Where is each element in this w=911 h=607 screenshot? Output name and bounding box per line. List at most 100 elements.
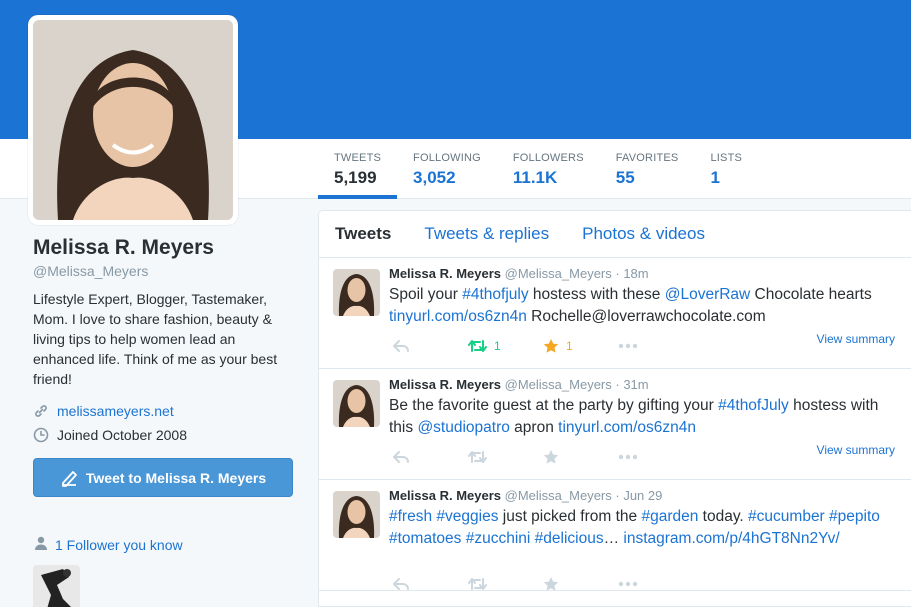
tweet-author-name[interactable]: Melissa R. Meyers	[389, 266, 501, 281]
more-options-button[interactable]	[618, 581, 693, 587]
tweet-to-button-label: Tweet to Melissa R. Meyers	[85, 469, 267, 486]
tweet-link[interactable]: #4thofjuly	[462, 286, 528, 303]
tweet-author-avatar[interactable]	[333, 380, 380, 427]
profile-bio: Lifestyle Expert, Blogger, Tastemaker, M…	[33, 291, 278, 387]
stat-label: FOLLOWERS	[512, 152, 584, 164]
more-dots-icon	[618, 454, 638, 460]
favorite-button[interactable]	[543, 576, 618, 592]
view-summary-link[interactable]: View summary	[817, 332, 895, 346]
tweet-link[interactable]: #garden	[641, 508, 698, 525]
tweet-link[interactable]: #fresh	[389, 508, 432, 525]
tweet-timestamp[interactable]: · Jun 29	[615, 488, 662, 503]
tweet-to-button[interactable]: Tweet to Melissa R. Meyers	[33, 458, 293, 497]
tweet-link[interactable]: instagram.com/p/4hGT8Nn2Yv/	[623, 530, 839, 547]
tweet-text-segment: Rochelle@loverrawchocolate.com	[526, 308, 766, 325]
tweet-author-handle[interactable]: @Melissa_Meyers	[505, 266, 612, 281]
profile-sidebar: Melissa R. Meyers @Melissa_Meyers Lifest…	[33, 236, 298, 607]
retweet-icon	[468, 451, 487, 463]
view-summary-link[interactable]: View summary	[817, 443, 895, 457]
reply-button[interactable]	[393, 450, 468, 464]
stat-label: TWEETS	[334, 152, 382, 164]
stat-tweets[interactable]: TWEETS 5,199	[318, 139, 398, 199]
tweet-link[interactable]: tinyurl.com/os6zn4n	[558, 419, 696, 436]
reply-icon	[393, 340, 409, 352]
favorite-button[interactable]	[543, 449, 618, 465]
tweet-author-handle[interactable]: @Melissa_Meyers	[505, 377, 612, 392]
tab-photos-and-videos[interactable]: Photos & videos	[582, 224, 705, 244]
stat-favorites[interactable]: FAVORITES 55	[600, 139, 695, 199]
clock-icon	[33, 427, 49, 443]
more-options-button[interactable]	[618, 454, 693, 460]
tweet-text-segment: Chocolate hearts	[750, 286, 872, 303]
followers-you-know[interactable]: 1 Follower you know	[33, 535, 298, 554]
tweet-actions	[393, 576, 693, 592]
tweet-text-segment: just picked from the	[498, 508, 642, 525]
tab-tweets-and-replies[interactable]: Tweets & replies	[424, 224, 549, 244]
tweet-link[interactable]: @studiopatro	[417, 419, 509, 436]
compose-icon	[61, 470, 77, 487]
star-icon	[543, 577, 559, 591]
profile-joined-row: Joined October 2008	[33, 427, 298, 443]
tweet-author-name[interactable]: Melissa R. Meyers	[389, 377, 501, 392]
tweet-actions	[393, 449, 693, 465]
stat-followers[interactable]: FOLLOWERS 11.1K	[497, 139, 600, 199]
tweet-link[interactable]: #4thofJuly	[718, 397, 789, 414]
tweet-header: Melissa R. Meyers @Melissa_Meyers · 18m	[389, 266, 899, 281]
retweet-button[interactable]: 1	[468, 339, 543, 353]
tweet-timestamp[interactable]: · 18m	[615, 266, 648, 281]
stat-value: 3,052	[413, 168, 456, 187]
tweet-link[interactable]: #delicious	[535, 530, 604, 547]
favorite-count: 1	[566, 339, 573, 353]
stat-label: FAVORITES	[615, 152, 679, 164]
stat-value: 1	[710, 168, 720, 187]
retweet-button[interactable]	[468, 450, 543, 464]
tweet-link[interactable]: #veggies	[436, 508, 498, 525]
tweet-link[interactable]: #cucumber	[748, 508, 825, 525]
retweet-icon	[468, 578, 487, 590]
tweet-text: Be the favorite guest at the party by gi…	[389, 395, 901, 439]
reply-button[interactable]	[393, 577, 468, 591]
tweet-timestamp[interactable]: · 31m	[615, 377, 648, 392]
profile-website-link[interactable]: melissameyers.net	[57, 403, 174, 419]
favorite-button[interactable]: 1	[543, 338, 618, 354]
tweet-link[interactable]: tinyurl.com/os6zn4n	[389, 308, 527, 325]
tweet-link[interactable]: @LoverRaw	[665, 286, 751, 303]
person-icon	[33, 535, 49, 554]
tweet-header: Melissa R. Meyers @Melissa_Meyers · Jun …	[389, 488, 899, 503]
followers-you-know-label: 1 Follower you know	[55, 536, 183, 553]
stat-lists[interactable]: LISTS 1	[694, 139, 758, 199]
reply-icon	[393, 451, 409, 463]
tweet-author-handle[interactable]: @Melissa_Meyers	[505, 488, 612, 503]
retweet-button[interactable]	[468, 577, 543, 591]
tweet-author-avatar[interactable]	[333, 269, 380, 316]
profile-joined-date: Joined October 2008	[57, 427, 187, 443]
timeline-tabs: Tweets Tweets & replies Photos & videos	[319, 211, 911, 258]
tweet-link[interactable]: #tomatoes	[389, 530, 461, 547]
retweet-count: 1	[494, 339, 501, 353]
tweet-link[interactable]: #pepito	[829, 508, 880, 525]
stat-value: 11.1K	[512, 168, 558, 187]
reply-button[interactable]	[393, 339, 468, 353]
tweet-item[interactable]: Melissa R. Meyers @Melissa_Meyers · 31m …	[319, 369, 911, 480]
profile-handle[interactable]: @Melissa_Meyers	[33, 263, 298, 279]
profile-avatar[interactable]	[28, 15, 238, 225]
tweet-text: #fresh #veggies just picked from the #ga…	[389, 506, 901, 550]
tweet-author-name[interactable]: Melissa R. Meyers	[389, 488, 501, 503]
tweet-actions: 1 1	[393, 338, 693, 354]
more-options-button[interactable]	[618, 343, 693, 349]
tweet-link[interactable]: #zucchini	[466, 530, 531, 547]
tweet-item[interactable]: Melissa R. Meyers @Melissa_Meyers · 18m …	[319, 258, 911, 369]
tweet-text-segment: …	[603, 530, 624, 547]
tab-tweets[interactable]: Tweets	[335, 224, 391, 244]
profile-name[interactable]: Melissa R. Meyers	[33, 236, 298, 260]
stat-label: FOLLOWING	[413, 152, 481, 164]
more-dots-icon	[618, 343, 638, 349]
stat-following[interactable]: FOLLOWING 3,052	[397, 139, 497, 199]
follower-avatar[interactable]	[33, 565, 80, 607]
tweet-text-segment: apron	[509, 419, 559, 436]
profile-avatar-photo	[33, 20, 233, 220]
stat-label: LISTS	[710, 152, 743, 164]
tweet-author-avatar[interactable]	[333, 491, 380, 538]
stat-value: 5,199	[334, 168, 377, 187]
tweet-item[interactable]: Melissa R. Meyers @Melissa_Meyers · Jun …	[319, 480, 911, 591]
